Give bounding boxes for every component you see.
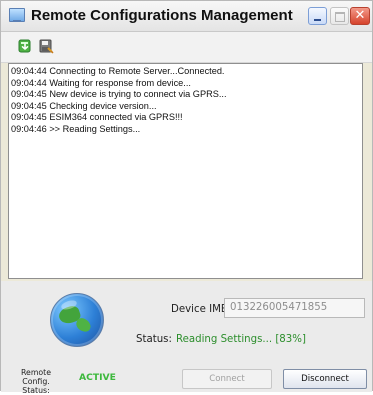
minimize-button[interactable] xyxy=(308,7,327,25)
remote-config-label-line1: Remote Config. xyxy=(20,368,52,386)
disconnect-button[interactable]: Disconnect xyxy=(283,369,367,389)
app-window: Remote Configurations Management ✕ 09:04… xyxy=(0,0,373,395)
connect-button[interactable]: Connect xyxy=(182,369,272,389)
log-output: 09:04:44 Connecting to Remote Server...C… xyxy=(8,63,363,279)
remote-config-status-value: ACTIVE xyxy=(79,372,116,383)
monitor-icon xyxy=(9,8,25,22)
title-bar[interactable]: Remote Configurations Management ✕ xyxy=(1,1,372,32)
log-line: 09:04:44 Connecting to Remote Server...C… xyxy=(11,66,225,76)
device-imei-field[interactable]: 013226005471855 xyxy=(224,298,365,318)
maximize-button[interactable] xyxy=(330,7,349,25)
log-line: 09:04:46 >> Reading Settings... xyxy=(11,123,141,134)
status-panel: Device IMEI: 013226005471855 Status: Rea… xyxy=(1,281,372,395)
close-button[interactable]: ✕ xyxy=(350,7,370,25)
green-download-icon[interactable] xyxy=(17,38,33,54)
status-value: Reading Settings... [83%] xyxy=(176,334,306,345)
toolbar xyxy=(1,32,372,63)
save-icon[interactable] xyxy=(38,38,54,54)
log-line: 09:04:45 New device is trying to connect… xyxy=(11,89,227,100)
log-line: 09:04:44 Waiting for response from devic… xyxy=(11,77,191,88)
log-line: 09:04:45 Checking device version... xyxy=(11,100,157,111)
globe-icon xyxy=(50,293,104,347)
window-title: Remote Configurations Management xyxy=(31,7,293,24)
status-label: Status: xyxy=(136,334,172,345)
log-line: 09:04:45 ESIM364 connected via GPRS!!! xyxy=(11,112,183,123)
